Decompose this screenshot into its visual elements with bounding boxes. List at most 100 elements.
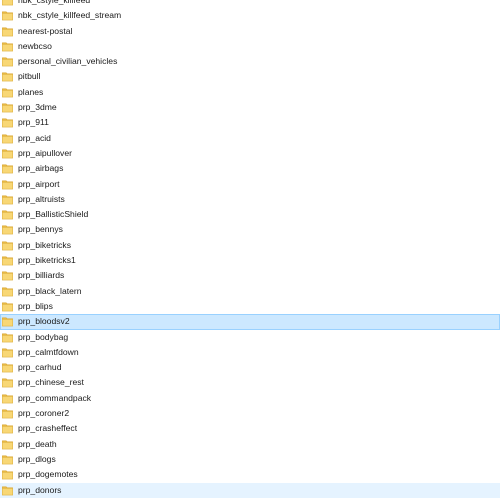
folder-name[interactable]: prp_911 [18, 116, 49, 130]
folder-name[interactable]: prp_black_latern [18, 285, 82, 299]
folder-name[interactable]: prp_airport [18, 178, 60, 192]
folder-icon [2, 469, 13, 480]
folder-name[interactable]: prp_biketricks1 [18, 254, 76, 268]
folder-icon [2, 347, 13, 358]
folder-name[interactable]: prp_chinese_rest [18, 376, 84, 390]
folder-icon [2, 179, 13, 190]
folder-name[interactable]: prp_aipullover [18, 147, 72, 161]
folder-row[interactable]: prp_altruists [0, 192, 500, 207]
folder-row[interactable]: prp_3dme [0, 100, 500, 115]
folder-row[interactable]: prp_bennys [0, 222, 500, 237]
folder-name[interactable]: prp_BallisticShield [18, 208, 88, 222]
folder-icon [2, 163, 13, 174]
folder-name[interactable]: personal_civilian_vehicles [18, 55, 117, 69]
folder-row[interactable]: prp_billiards [0, 268, 500, 283]
folder-row[interactable]: prp_airbags [0, 161, 500, 176]
folder-icon [2, 316, 13, 327]
folder-name[interactable]: prp_dlogs [18, 453, 56, 467]
folder-row[interactable]: prp_blips [0, 299, 500, 314]
folder-row[interactable]: prp_black_latern [0, 284, 500, 299]
folder-row[interactable]: prp_airport [0, 177, 500, 192]
folder-row[interactable]: prp_coroner2 [0, 406, 500, 421]
folder-name[interactable]: prp_donors [18, 484, 61, 498]
folder-row[interactable]: prp_calmtfdown [0, 345, 500, 360]
folder-icon [2, 240, 13, 251]
folder-row[interactable]: prp_biketricks1 [0, 253, 500, 268]
folder-row[interactable]: prp_BallisticShield [0, 207, 500, 222]
folder-icon [2, 332, 13, 343]
folder-icon [2, 270, 13, 281]
folder-row[interactable]: prp_commandpack [0, 391, 500, 406]
folder-icon [2, 485, 13, 496]
folder-name[interactable]: prp_dogemotes [18, 468, 78, 482]
folder-icon [2, 454, 13, 465]
folder-name[interactable]: nearest-postal [18, 25, 72, 39]
folder-row[interactable]: planes [0, 85, 500, 100]
folder-name[interactable]: prp_bloodsv2 [18, 315, 70, 329]
folder-icon [2, 41, 13, 52]
folder-name[interactable]: prp_commandpack [18, 392, 91, 406]
folder-row[interactable]: newbcso [0, 39, 500, 54]
folder-row[interactable]: nearest-postal [0, 24, 500, 39]
folder-icon [2, 194, 13, 205]
folder-icon [2, 148, 13, 159]
folder-name[interactable]: prp_acid [18, 132, 51, 146]
folder-row[interactable]: prp_acid [0, 131, 500, 146]
folder-icon [2, 26, 13, 37]
folder-row[interactable]: nbk_cstyle_killfeed [0, 0, 500, 8]
folder-icon [2, 224, 13, 235]
folder-name[interactable]: planes [18, 86, 43, 100]
folder-icon [2, 439, 13, 450]
folder-icon [2, 117, 13, 128]
folder-name[interactable]: prp_carhud [18, 361, 61, 375]
folder-name[interactable]: prp_altruists [18, 193, 65, 207]
folder-row[interactable]: nbk_cstyle_killfeed_stream [0, 8, 500, 23]
folder-name[interactable]: prp_blips [18, 300, 53, 314]
folder-row[interactable]: prp_bodybag [0, 330, 500, 345]
folder-name[interactable]: pitbull [18, 70, 40, 84]
folder-row[interactable]: prp_chinese_rest [0, 375, 500, 390]
folder-row[interactable]: prp_dlogs [0, 452, 500, 467]
folder-name[interactable]: prp_calmtfdown [18, 346, 79, 360]
folder-icon [2, 10, 13, 21]
folder-icon [2, 71, 13, 82]
folder-name[interactable]: prp_bennys [18, 223, 63, 237]
folder-name[interactable]: prp_biketricks [18, 239, 71, 253]
folder-row[interactable]: prp_carhud [0, 360, 500, 375]
folder-icon [2, 408, 13, 419]
folder-icon [2, 0, 13, 6]
folder-row[interactable]: prp_biketricks [0, 238, 500, 253]
folder-icon [2, 362, 13, 373]
file-list: nbk_cstyle_killfeed nbk_cstyle_killfeed_s… [0, 0, 500, 498]
folder-name[interactable]: newbcso [18, 40, 52, 54]
folder-icon [2, 255, 13, 266]
folder-row[interactable]: prp_911 [0, 115, 500, 130]
folder-row[interactable]: prp_dogemotes [0, 467, 500, 482]
folder-icon [2, 393, 13, 404]
folder-name[interactable]: prp_3dme [18, 101, 57, 115]
folder-row[interactable]: prp_bloodsv2 [0, 314, 500, 330]
folder-icon [2, 133, 13, 144]
folder-icon [2, 102, 13, 113]
folder-row[interactable]: prp_crasheffect [0, 421, 500, 436]
folder-name[interactable]: prp_billiards [18, 269, 64, 283]
folder-name[interactable]: nbk_cstyle_killfeed_stream [18, 9, 121, 23]
folder-row[interactable]: personal_civilian_vehicles [0, 54, 500, 69]
folder-row[interactable]: pitbull [0, 69, 500, 84]
folder-icon [2, 209, 13, 220]
folder-name[interactable]: prp_coroner2 [18, 407, 69, 421]
folder-icon [2, 377, 13, 388]
folder-icon [2, 286, 13, 297]
folder-icon [2, 87, 13, 98]
folder-name[interactable]: prp_bodybag [18, 331, 68, 345]
folder-name[interactable]: prp_airbags [18, 162, 63, 176]
folder-row[interactable]: prp_death [0, 437, 500, 452]
folder-row[interactable]: prp_donors [0, 482, 500, 498]
folder-name[interactable]: prp_crasheffect [18, 422, 77, 436]
folder-name[interactable]: prp_death [18, 438, 57, 452]
folder-name[interactable]: nbk_cstyle_killfeed [18, 0, 90, 8]
folder-icon [2, 56, 13, 67]
folder-row[interactable]: prp_aipullover [0, 146, 500, 161]
folder-icon [2, 301, 13, 312]
folder-icon [2, 423, 13, 434]
